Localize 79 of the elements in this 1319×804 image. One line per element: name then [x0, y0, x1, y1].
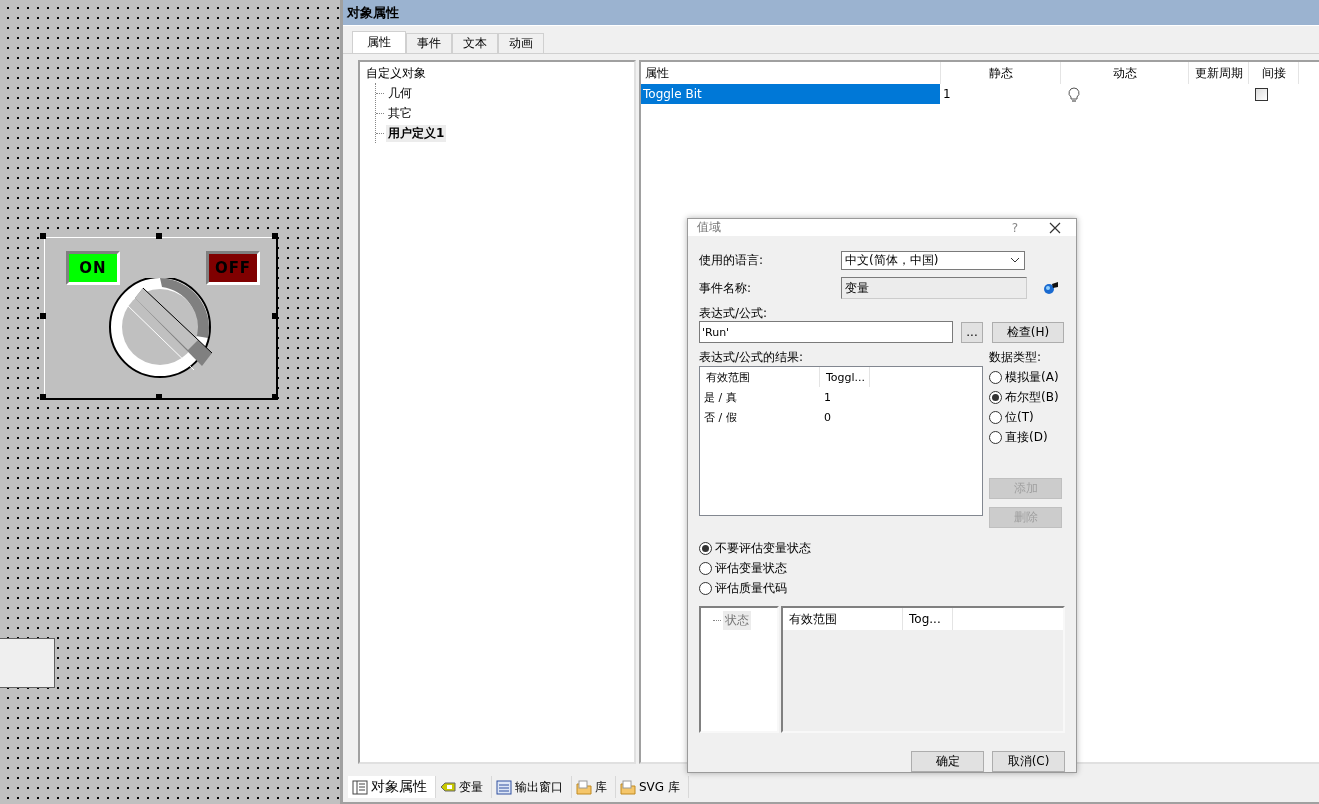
column-header: 有效范围 [783, 608, 903, 630]
field-label: 使用的语言: [699, 251, 765, 269]
checkbox[interactable] [1255, 87, 1268, 101]
radio-option[interactable]: 布尔型(B) [989, 387, 1065, 407]
rotary-switch-object[interactable]: ON OFF [44, 237, 278, 400]
selection-handle[interactable] [156, 233, 162, 239]
radio-icon[interactable] [699, 541, 712, 555]
field-label: 表达式/公式的结果: [699, 349, 805, 365]
list-icon [352, 779, 368, 795]
column-header: Tog... [903, 608, 953, 630]
tab[interactable]: 事件 [406, 33, 452, 53]
radio-icon[interactable] [989, 390, 1002, 404]
radio-icon[interactable] [699, 561, 712, 575]
event-name-field: 变量 [841, 277, 1027, 299]
bottom-tab[interactable]: 输出窗口 [492, 776, 572, 798]
selection-handle[interactable] [40, 313, 46, 319]
bottom-tab[interactable]: 库 [572, 776, 616, 798]
bottom-tab[interactable]: 对象属性 [348, 776, 436, 798]
field-label: 表达式/公式: [699, 305, 769, 321]
selection-handle[interactable] [272, 394, 278, 400]
selection-handle[interactable] [272, 313, 278, 319]
radio-option[interactable]: 模拟量(A) [989, 367, 1065, 387]
chevron-icon [1010, 257, 1020, 263]
selection-handle[interactable] [40, 394, 46, 400]
radio-icon[interactable] [989, 430, 1002, 444]
tab[interactable]: 文本 [452, 33, 498, 53]
check-button[interactable]: 检查(H) [992, 321, 1064, 343]
panel-title: 对象属性 [343, 0, 1319, 26]
window-icon [496, 779, 512, 795]
radio-option[interactable]: 评估质量代码 [699, 578, 1065, 598]
folder-icon [620, 779, 636, 795]
radio-option[interactable]: 位(T) [989, 407, 1065, 427]
help-button[interactable]: ? [996, 220, 1034, 235]
off-indicator: OFF [206, 251, 260, 285]
list-cell[interactable]: 否 / 假 [700, 409, 820, 425]
tab[interactable]: 动画 [498, 33, 544, 53]
column-header: 间接 [1249, 62, 1299, 84]
radio-option[interactable]: 直接(D) [989, 427, 1065, 447]
tree-item[interactable]: 用户定义1 [386, 124, 447, 142]
ok-button[interactable]: 确定 [911, 751, 984, 772]
tree-item[interactable]: 自定义对象 [364, 66, 428, 80]
on-indicator: ON [66, 251, 120, 285]
cancel-button[interactable]: 取消(C) [992, 751, 1065, 772]
connect-icon [1043, 281, 1059, 295]
table-cell[interactable]: Toggle Bit [641, 84, 940, 104]
language-dropdown[interactable]: 中文(简体，中国) [841, 250, 1025, 270]
light-bulb-icon [1068, 86, 1080, 102]
tree-item[interactable]: 状态 [723, 611, 751, 630]
column-header: 静态 [941, 62, 1061, 84]
bottom-tab[interactable]: SVG 库 [616, 776, 689, 798]
list-cell[interactable]: 是 / 真 [700, 389, 820, 405]
radio-icon[interactable] [989, 410, 1002, 424]
column-header: 有效范围 [700, 367, 820, 387]
tree-item[interactable]: 其它 [386, 104, 414, 122]
bottom-tab[interactable]: 变量 [436, 776, 492, 798]
list-cell[interactable]: 1 [820, 390, 864, 404]
selection-handle[interactable] [156, 394, 162, 400]
folder-icon [576, 779, 592, 795]
selection-handle[interactable] [40, 233, 46, 239]
column-header: 更新周期 [1189, 62, 1249, 84]
tag-icon [440, 779, 456, 795]
tab[interactable]: 属性 [352, 31, 406, 53]
table-cell: 1 [943, 87, 951, 101]
expression-field[interactable]: 'Run' [699, 321, 953, 343]
browse-button[interactable]: ... [961, 321, 983, 343]
column-header: 动态 [1061, 62, 1189, 84]
field-label: 事件名称: [699, 279, 753, 297]
selection-handle[interactable] [272, 233, 278, 239]
close-icon[interactable] [1049, 221, 1061, 234]
radio-option[interactable]: 评估变量状态 [699, 558, 1065, 578]
canvas-button-object[interactable] [0, 638, 55, 688]
radio-icon[interactable] [699, 581, 712, 595]
radio-option[interactable]: 不要评估变量状态 [699, 538, 1065, 558]
dialog-title: 值域 [697, 219, 722, 236]
field-label: 数据类型: [989, 349, 1043, 365]
column-header: Toggl... [820, 367, 870, 387]
tree-item[interactable]: 几何 [386, 84, 414, 102]
list-cell[interactable]: 0 [820, 410, 864, 424]
radio-icon[interactable] [989, 370, 1002, 384]
